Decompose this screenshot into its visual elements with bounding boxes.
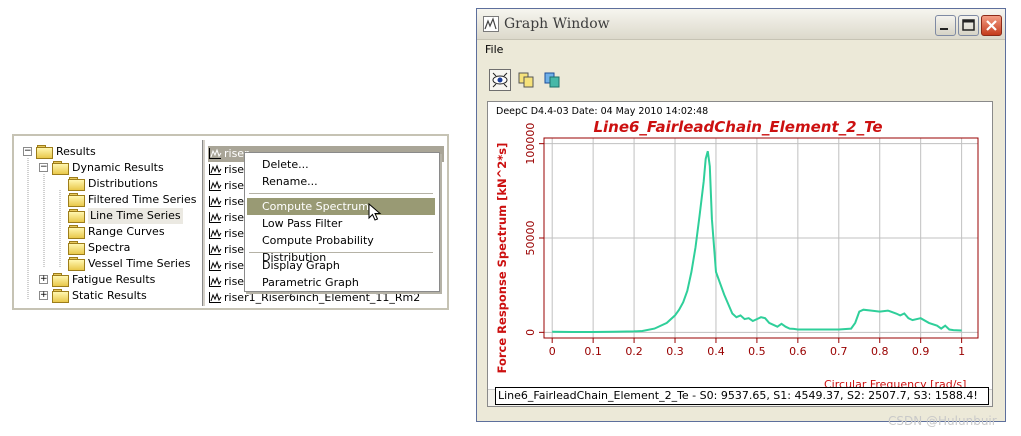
tree-item-label: Fatigue Results xyxy=(72,273,156,286)
y-axis-label: Force Response Spectrum [kN^2*s] xyxy=(495,143,509,374)
legend-summary: Line6_FairleadChain_Element_2_Te - S0: 9… xyxy=(495,387,989,405)
time-series-icon xyxy=(209,292,222,303)
x-tick-label: 0.5 xyxy=(748,345,766,358)
x-tick-label: 0.7 xyxy=(830,345,848,358)
time-series-icon xyxy=(209,180,222,191)
view-button[interactable] xyxy=(489,69,511,91)
tree-item-label: Results xyxy=(56,145,96,158)
folder-icon xyxy=(68,193,85,207)
spectrum-chart: DeepC D4.4-03 Date: 04 May 2010 14:02:48… xyxy=(495,106,979,390)
menu-item-compute-spectrum[interactable]: Compute Spectrum xyxy=(247,198,435,215)
time-series-icon xyxy=(209,260,222,271)
tree-item[interactable]: − Dynamic Results xyxy=(14,160,202,176)
x-tick-label: 0.4 xyxy=(707,345,725,358)
copy-button[interactable] xyxy=(515,69,537,91)
folder-icon xyxy=(68,241,85,255)
view-icon xyxy=(492,72,508,88)
tree-item[interactable]: Spectra xyxy=(14,240,202,256)
copy-icon xyxy=(518,72,534,88)
expand-icon[interactable]: + xyxy=(39,291,48,300)
watermark: CSDN @Hulunbuir xyxy=(888,414,997,428)
tree-item-label: Spectra xyxy=(88,241,131,254)
time-series-icon xyxy=(209,228,222,239)
folder-icon xyxy=(68,177,85,191)
x-tick-label: 0.1 xyxy=(584,345,602,358)
folder-icon xyxy=(68,225,85,239)
y-tick-label: 50000 xyxy=(524,221,537,256)
copy-colored-button[interactable] xyxy=(541,69,563,91)
tree-item-label: Static Results xyxy=(72,289,147,302)
x-tick-label: 0.9 xyxy=(912,345,930,358)
collapse-icon[interactable]: − xyxy=(39,163,48,172)
tree-item[interactable]: + Static Results xyxy=(14,288,202,304)
tree-item-label: Range Curves xyxy=(88,225,165,238)
tree-item[interactable]: Filtered Time Series xyxy=(14,192,202,208)
list-item[interactable]: riser1_Riser6inch_Element_11_Rm2 xyxy=(208,290,444,306)
y-tick-label: 0 xyxy=(524,329,537,336)
y-tick-label: 100000 xyxy=(524,123,537,165)
tree-item-label: Vessel Time Series xyxy=(88,257,191,270)
folder-icon xyxy=(52,289,69,303)
collapse-icon[interactable]: − xyxy=(23,147,32,156)
menu-file[interactable]: File xyxy=(485,43,503,56)
tree-item[interactable]: Range Curves xyxy=(14,224,202,240)
time-series-icon xyxy=(209,148,222,159)
close-button[interactable] xyxy=(981,15,1002,36)
menu-item-parametric-graph[interactable]: Parametric Graph xyxy=(247,274,435,291)
mouse-cursor-icon xyxy=(368,203,382,221)
menu-item-display-graph[interactable]: Display Graph xyxy=(247,257,435,274)
menu-bar: File xyxy=(477,40,1005,58)
folder-icon xyxy=(52,273,69,287)
menu-item-rename[interactable]: Rename... xyxy=(247,173,435,190)
tree-item[interactable]: − Results xyxy=(14,144,202,160)
chart-header: DeepC D4.4-03 Date: 04 May 2010 14:02:48 xyxy=(496,106,708,117)
menu-item-low-pass-filter[interactable]: Low Pass Filter xyxy=(247,215,435,232)
plot-area: DeepC D4.4-03 Date: 04 May 2010 14:02:48… xyxy=(487,101,993,407)
copy-colored-icon xyxy=(544,72,560,88)
minimize-button[interactable] xyxy=(935,15,956,36)
tree-item[interactable]: Line Time Series xyxy=(14,208,202,224)
tree-item[interactable]: + Fatigue Results xyxy=(14,272,202,288)
tree-item-label: Line Time Series xyxy=(88,208,183,224)
time-series-icon xyxy=(209,164,222,175)
chart-title: Line6_FairleadChain_Element_2_Te xyxy=(593,118,882,136)
x-tick-label: 1 xyxy=(958,345,965,358)
x-tick-label: 0.8 xyxy=(871,345,889,358)
folder-icon xyxy=(68,209,85,223)
menu-separator xyxy=(249,252,433,253)
x-tick-label: 0.3 xyxy=(666,345,684,358)
folder-icon xyxy=(36,145,53,159)
tree-item-label: Dynamic Results xyxy=(72,161,164,174)
folder-icon xyxy=(68,257,85,271)
title-bar[interactable]: Graph Window xyxy=(477,9,1005,40)
folder-icon xyxy=(52,161,69,175)
menu-separator xyxy=(249,193,433,194)
list-item-label: riser1_Riser6inch_Element_11_Rm2 xyxy=(224,291,421,304)
tree-item-label: Distributions xyxy=(88,177,158,190)
tree-item[interactable]: Distributions xyxy=(14,176,202,192)
tree-item[interactable]: Vessel Time Series xyxy=(14,256,202,272)
time-series-icon xyxy=(209,244,222,255)
graph-app-icon xyxy=(483,16,499,32)
window-title: Graph Window xyxy=(504,16,610,32)
x-tick-label: 0.6 xyxy=(789,345,807,358)
menu-item-compute-probability-distribution[interactable]: Compute Probability Distribution xyxy=(247,232,435,264)
tree-item-label: Filtered Time Series xyxy=(88,193,197,206)
expand-icon[interactable]: + xyxy=(39,275,48,284)
panel-splitter[interactable] xyxy=(202,140,205,306)
context-menu: Delete... Rename... Compute Spectrum Low Pa… xyxy=(244,152,440,292)
x-tick-label: 0.2 xyxy=(625,345,643,358)
results-tree: − Results − Dynamic Results Distributions Fil… xyxy=(14,136,202,308)
x-tick-label: 0 xyxy=(549,345,556,358)
maximize-button[interactable] xyxy=(958,15,979,36)
graph-window: Graph Window File DeepC D4.4-03 Date: 04… xyxy=(476,8,1006,422)
time-series-icon xyxy=(209,276,222,287)
time-series-icon xyxy=(209,212,222,223)
time-series-icon xyxy=(209,196,222,207)
menu-item-delete[interactable]: Delete... xyxy=(247,156,435,173)
